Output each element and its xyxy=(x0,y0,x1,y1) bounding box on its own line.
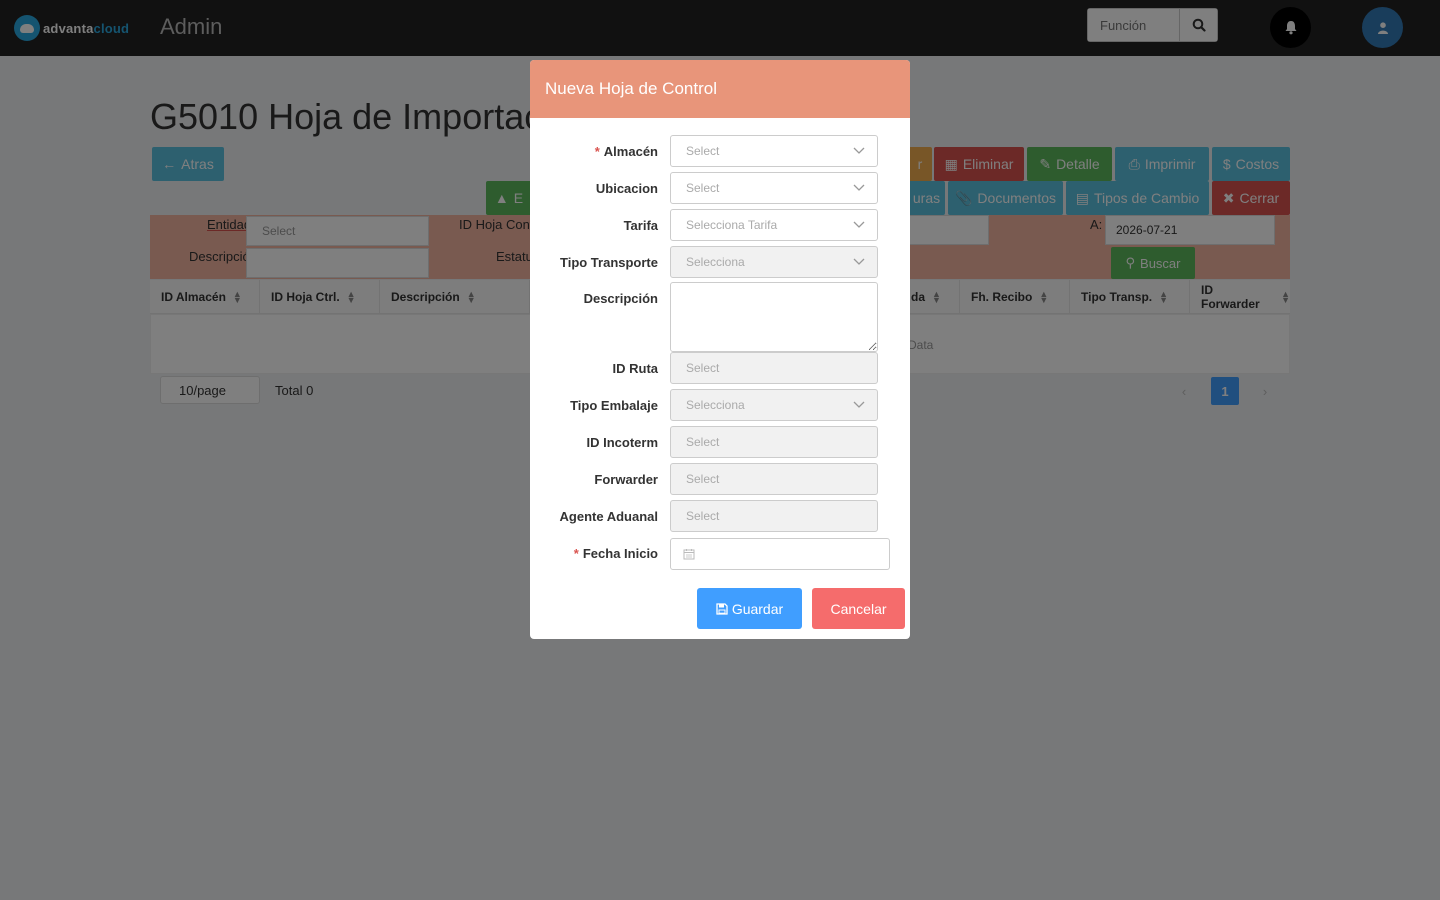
tarifa-select[interactable]: Selecciona Tarifa xyxy=(670,209,878,241)
guardar-button[interactable]: Guardar xyxy=(697,588,802,629)
id-incoterm-input[interactable]: Select xyxy=(670,426,878,458)
almacen-label: * Almacén xyxy=(594,143,658,159)
ubicacion-select[interactable]: Select xyxy=(670,172,878,204)
tipo-transporte-select[interactable]: Selecciona xyxy=(670,246,878,278)
chevron-down-icon xyxy=(853,221,865,228)
chevron-down-icon xyxy=(853,147,865,154)
id-ruta-label: ID Ruta xyxy=(612,360,659,376)
forwarder-label: Forwarder xyxy=(594,471,658,487)
tipo-transporte-label: Tipo Transporte xyxy=(560,254,658,270)
modal-title: Nueva Hoja de Control xyxy=(545,79,717,98)
agente-aduanal-label: Agente Aduanal xyxy=(559,508,658,524)
ubicacion-label: Ubicacion xyxy=(595,180,658,196)
nueva-hoja-modal: Nueva Hoja de Control * Almacén Select Ub… xyxy=(530,60,910,639)
descripcion-textarea[interactable] xyxy=(670,282,878,352)
chevron-down-icon xyxy=(853,258,865,265)
chevron-down-icon xyxy=(853,401,865,408)
save-icon xyxy=(716,602,728,615)
agente-aduanal-input[interactable]: Select xyxy=(670,500,878,532)
id-incoterm-label: ID Incoterm xyxy=(586,434,658,450)
descripcion-label: Descripción xyxy=(583,290,658,306)
tarifa-label: Tarifa xyxy=(623,217,658,233)
calendar-icon xyxy=(683,549,695,560)
chevron-down-icon xyxy=(853,184,865,191)
tipo-embalaje-select[interactable]: Selecciona xyxy=(670,389,878,421)
fecha-inicio-label: * Fecha Inicio xyxy=(573,545,658,561)
almacen-select[interactable]: Select xyxy=(670,135,878,167)
fecha-inicio-picker[interactable] xyxy=(670,538,890,570)
id-ruta-input[interactable]: Select xyxy=(670,352,878,384)
tipo-embalaje-label: Tipo Embalaje xyxy=(570,397,658,413)
cancelar-button[interactable]: Cancelar xyxy=(812,588,905,629)
modal-header: Nueva Hoja de Control xyxy=(530,60,910,118)
forwarder-input[interactable]: Select xyxy=(670,463,878,495)
